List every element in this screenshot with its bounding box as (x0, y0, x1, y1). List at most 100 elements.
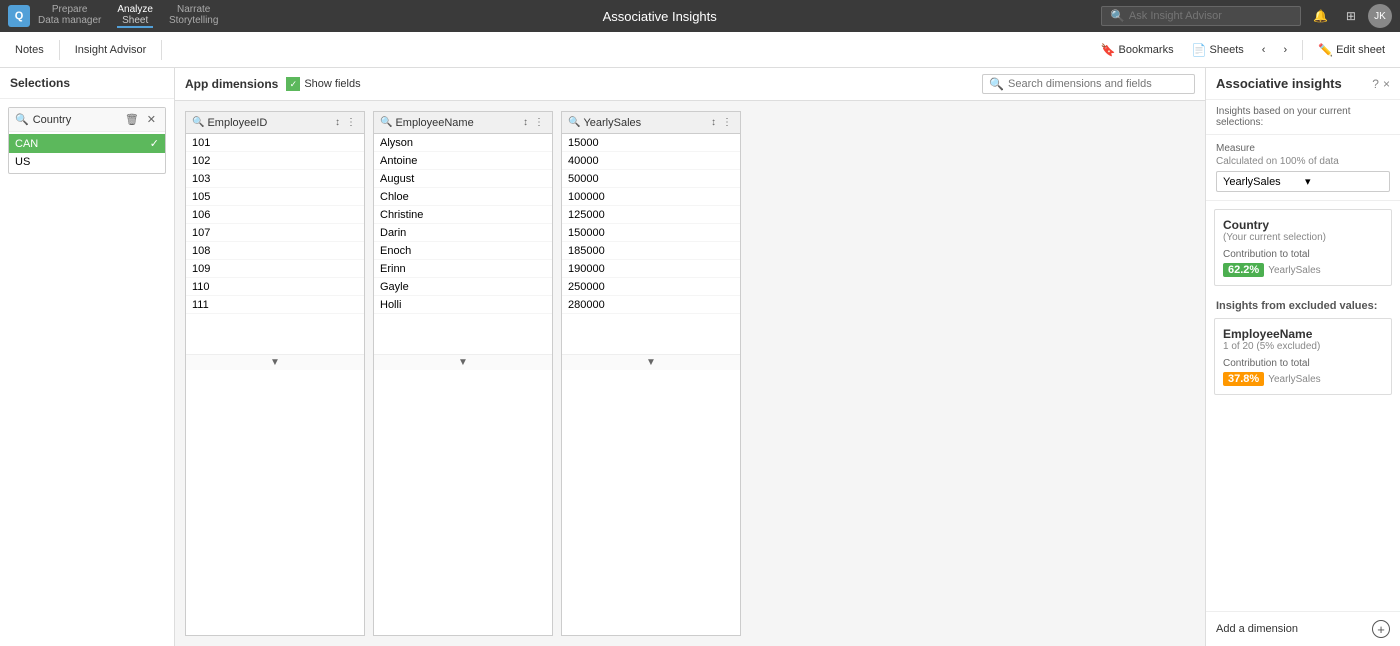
insights-based-text: Insights based on your current selection… (1206, 100, 1400, 135)
yearly-sales-sort-button[interactable]: ↕ (709, 116, 718, 129)
employee-id-search-icon: 🔍 (192, 117, 204, 128)
add-dimension-label: Add a dimension (1216, 623, 1298, 635)
sheets-button[interactable]: 📄 Sheets (1185, 39, 1251, 61)
plus-circle-icon: + (1372, 620, 1390, 638)
employee-id-sort-button[interactable]: ↕ (333, 116, 342, 129)
list-item[interactable]: Erinn (374, 260, 552, 278)
bookmarks-label: Bookmarks (1119, 44, 1174, 56)
list-item[interactable]: 150000 (562, 224, 740, 242)
dim-search-wrapper[interactable]: 🔍 (982, 74, 1195, 94)
insights-help-icon[interactable]: ? (1372, 77, 1379, 91)
list-item[interactable]: Antoine (374, 152, 552, 170)
ask-advisor-input-wrapper[interactable]: 🔍 (1101, 6, 1301, 26)
list-item[interactable]: 107 (186, 224, 364, 242)
forward-button[interactable]: › (1276, 40, 1294, 60)
prepare-nav[interactable]: Prepare Data manager (38, 4, 101, 28)
list-item[interactable]: 109 (186, 260, 364, 278)
list-item[interactable]: 40000 (562, 152, 740, 170)
current-selection-card: Country (Your current selection) Contrib… (1214, 209, 1392, 286)
list-item[interactable]: Enoch (374, 242, 552, 260)
list-item[interactable]: 108 (186, 242, 364, 260)
employee-name-title: EmployeeName (395, 117, 518, 129)
list-item[interactable]: 50000 (562, 170, 740, 188)
show-fields-toggle[interactable]: ✓ Show fields (286, 77, 360, 91)
can-label: CAN (15, 138, 38, 150)
yearly-sales-table: 🔍 YearlySales ↕ ⋮ 1500040000500001000001… (561, 111, 741, 636)
insight-advisor-button[interactable]: Insight Advisor (68, 40, 154, 60)
contribution-percent-2: 37.8% (1223, 372, 1264, 386)
yearly-sales-title: YearlySales (583, 117, 706, 129)
yearly-sales-scroll-down[interactable]: ▼ (562, 354, 740, 370)
top-nav: Prepare Data manager Analyze Sheet Narra… (38, 4, 218, 28)
employee-name-list: AlysonAntoineAugustChloeChristineDarinEn… (374, 134, 552, 354)
app-dim-label: App dimensions (185, 77, 278, 91)
check-icon: ✓ (150, 137, 159, 150)
app-logo: Q (8, 5, 30, 27)
list-item[interactable]: 280000 (562, 296, 740, 314)
selection-actions: 🗑 ✕ (122, 112, 159, 127)
remove-selection-button[interactable]: ✕ (144, 112, 159, 127)
employee-id-menu-button[interactable]: ⋮ (344, 116, 358, 129)
list-item[interactable]: 185000 (562, 242, 740, 260)
list-item[interactable]: 101 (186, 134, 364, 152)
dim-search-input[interactable] (1008, 78, 1188, 90)
list-item[interactable]: Alyson (374, 134, 552, 152)
app-title: Associative Insights (603, 9, 717, 24)
list-item[interactable]: Gayle (374, 278, 552, 296)
employee-id-icons: ↕ ⋮ (333, 116, 358, 129)
employee-name-header: 🔍 EmployeeName ↕ ⋮ (374, 112, 552, 134)
list-item[interactable]: Holli (374, 296, 552, 314)
add-dimension-button[interactable]: Add a dimension + (1206, 611, 1400, 646)
us-label: US (15, 156, 30, 168)
employee-name-icons: ↕ ⋮ (521, 116, 546, 129)
measure-dropdown[interactable]: YearlySales ▾ (1216, 171, 1390, 192)
avatar[interactable]: JK (1368, 4, 1392, 28)
top-bar: Q Prepare Data manager Analyze Sheet Nar… (0, 0, 1400, 32)
excluded-card-subtitle: 1 of 20 (5% excluded) (1223, 341, 1383, 352)
employee-id-scroll-down[interactable]: ▼ (186, 354, 364, 370)
list-item[interactable]: 105 (186, 188, 364, 206)
list-item[interactable]: 106 (186, 206, 364, 224)
edit-sheet-button[interactable]: ✏️ Edit sheet (1311, 39, 1392, 61)
can-option[interactable]: CAN ✓ (9, 134, 165, 153)
list-item[interactable]: 15000 (562, 134, 740, 152)
analyze-nav[interactable]: Analyze Sheet (117, 4, 153, 28)
employee-name-sort-button[interactable]: ↕ (521, 116, 530, 129)
back-button[interactable]: ‹ (1255, 40, 1273, 60)
narrate-nav[interactable]: Narrate Storytelling (169, 4, 218, 28)
prepare-label: Prepare (52, 4, 88, 15)
notifications-button[interactable]: 🔔 (1307, 7, 1334, 25)
dimensions-container: 🔍 EmployeeID ↕ ⋮ 10110210310510610710810… (175, 101, 1205, 646)
list-item[interactable]: Darin (374, 224, 552, 242)
clear-selection-button[interactable]: 🗑 (122, 112, 142, 127)
list-item[interactable]: 190000 (562, 260, 740, 278)
ask-advisor-input[interactable] (1129, 10, 1292, 22)
employee-name-scroll-down[interactable]: ▼ (374, 354, 552, 370)
us-option[interactable]: US (9, 153, 165, 171)
yearly-sales-menu-button[interactable]: ⋮ (720, 116, 734, 129)
employee-id-header: 🔍 EmployeeID ↕ ⋮ (186, 112, 364, 134)
contribution-percent-1: 62.2% (1223, 263, 1264, 277)
list-item[interactable]: 102 (186, 152, 364, 170)
list-item[interactable]: August (374, 170, 552, 188)
employee-name-menu-button[interactable]: ⋮ (532, 116, 546, 129)
top-bar-left: Q Prepare Data manager Analyze Sheet Nar… (8, 4, 218, 28)
apps-button[interactable]: ⊞ (1340, 7, 1362, 25)
left-panel: Selections 🔍 Country 🗑 ✕ CAN ✓ US (0, 68, 175, 646)
list-item[interactable]: 100000 (562, 188, 740, 206)
notes-button[interactable]: Notes (8, 40, 51, 60)
list-item[interactable]: 103 (186, 170, 364, 188)
data-manager-label: Data manager (38, 15, 101, 26)
insights-close-icon[interactable]: × (1383, 77, 1390, 91)
yearly-sales-search-icon: 🔍 (568, 117, 580, 128)
list-item[interactable]: 125000 (562, 206, 740, 224)
yearly-sales-list: 1500040000500001000001250001500001850001… (562, 134, 740, 354)
bookmarks-button[interactable]: 🔖 Bookmarks (1094, 39, 1181, 61)
list-item[interactable]: 111 (186, 296, 364, 314)
list-item[interactable]: Christine (374, 206, 552, 224)
list-item[interactable]: Chloe (374, 188, 552, 206)
list-item[interactable]: 250000 (562, 278, 740, 296)
contribution-measure-1: YearlySales (1268, 265, 1320, 276)
right-panel: Associative insights ? × Insights based … (1205, 68, 1400, 646)
list-item[interactable]: 110 (186, 278, 364, 296)
